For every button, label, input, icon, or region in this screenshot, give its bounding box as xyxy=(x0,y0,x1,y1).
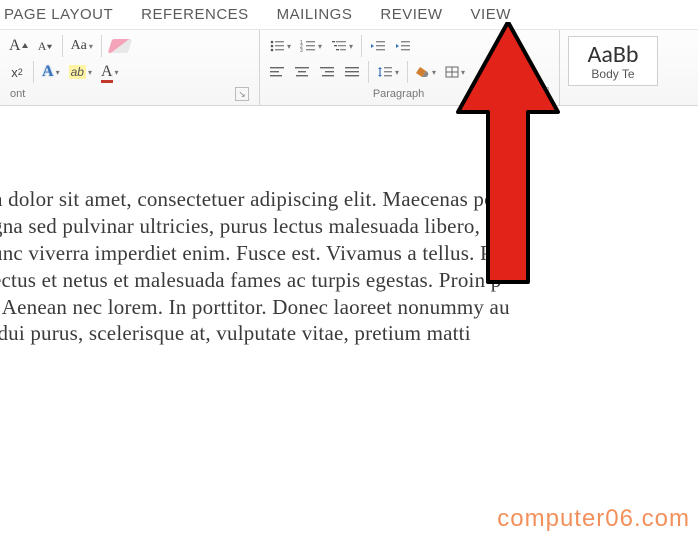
multilevel-list-button[interactable]: ▾ xyxy=(328,34,356,58)
eraser-icon xyxy=(108,39,133,53)
font-dialog-launcher[interactable]: ↘ xyxy=(235,87,249,101)
grow-font-icon: A xyxy=(9,37,21,55)
document-area[interactable]: n dolor sit amet, consectetuer adipiscin… xyxy=(0,106,698,347)
increase-icon xyxy=(21,42,29,50)
watermark: computer06.com xyxy=(497,505,690,533)
superscript-button[interactable]: x2 xyxy=(6,60,28,84)
decrease-icon xyxy=(46,43,53,50)
shading-button[interactable]: ▾ xyxy=(413,60,439,84)
align-right-icon xyxy=(320,66,334,78)
borders-icon xyxy=(445,66,459,78)
tab-page-layout[interactable]: PAGE LAYOUT xyxy=(4,6,113,23)
justify-icon xyxy=(345,66,359,78)
text-effects-icon: A xyxy=(42,63,54,81)
chevron-down-icon: ▾ xyxy=(318,42,322,51)
borders-button[interactable]: ▾ xyxy=(442,60,468,84)
separator xyxy=(33,61,34,83)
font-group: A A Aa ▾ x2 xyxy=(0,30,260,105)
font-color-icon: A xyxy=(101,63,113,81)
highlight-icon: ab xyxy=(69,65,86,79)
chevron-down-icon: ▾ xyxy=(287,42,291,51)
grow-font-button[interactable]: A xyxy=(6,34,32,58)
separator xyxy=(101,35,102,57)
tab-mailings[interactable]: MAILINGS xyxy=(277,6,353,23)
separator xyxy=(368,61,369,83)
separator xyxy=(361,35,362,57)
chevron-down-icon: ▾ xyxy=(88,68,92,77)
numbering-icon: 123 xyxy=(300,39,316,53)
chevron-down-icon: ▾ xyxy=(432,68,436,77)
shrink-font-icon: A xyxy=(38,39,47,54)
numbering-button[interactable]: 123 ▾ xyxy=(297,34,325,58)
document-line: gna sed pulvinar ultricies, purus lectus… xyxy=(0,213,698,240)
tab-references[interactable]: REFERENCES xyxy=(141,6,249,23)
align-left-icon xyxy=(270,66,284,78)
align-center-icon xyxy=(295,66,309,78)
svg-text:3: 3 xyxy=(300,48,303,53)
chevron-down-icon: ▾ xyxy=(395,68,399,77)
shading-icon xyxy=(416,66,430,78)
font-group-label: ont xyxy=(10,88,25,100)
document-line: dui purus, scelerisque at, vulputate vit… xyxy=(0,320,698,347)
shrink-font-button[interactable]: A xyxy=(35,34,57,58)
font-color-button[interactable]: A ▾ xyxy=(98,60,122,84)
chevron-down-icon: ▾ xyxy=(115,68,119,77)
align-right-button[interactable] xyxy=(316,60,338,84)
styles-group: AaBb Body Te xyxy=(560,30,698,105)
ribbon-tab-strip: PAGE LAYOUT REFERENCES MAILINGS REVIEW V… xyxy=(0,0,698,30)
chevron-down-icon: ▾ xyxy=(461,68,465,77)
justify-button[interactable] xyxy=(341,60,363,84)
decrease-indent-icon xyxy=(370,39,386,53)
change-case-icon: Aa xyxy=(71,38,87,54)
highlight-button[interactable]: ab ▾ xyxy=(66,60,95,84)
chevron-down-icon: ▾ xyxy=(349,42,353,51)
line-spacing-button[interactable]: ▾ xyxy=(374,60,402,84)
change-case-button[interactable]: Aa ▾ xyxy=(68,34,96,58)
separator xyxy=(407,61,408,83)
document-line: n dolor sit amet, consectetuer adipiscin… xyxy=(0,186,698,213)
align-left-button[interactable] xyxy=(266,60,288,84)
chevron-down-icon: ▾ xyxy=(89,42,93,51)
separator xyxy=(62,35,63,57)
tab-review[interactable]: REVIEW xyxy=(380,6,442,23)
tab-view[interactable]: VIEW xyxy=(471,6,511,23)
chevron-down-icon: ▾ xyxy=(56,68,60,77)
style-body-text[interactable]: AaBb Body Te xyxy=(568,36,658,86)
paragraph-group: ▾ 123 ▾ ▾ xyxy=(260,30,560,105)
decrease-indent-button[interactable] xyxy=(367,34,389,58)
paragraph-group-label: Paragraph xyxy=(270,88,527,100)
line-spacing-icon xyxy=(377,65,393,79)
align-center-button[interactable] xyxy=(291,60,313,84)
clear-formatting-button[interactable] xyxy=(107,34,133,58)
style-sample: AaBb xyxy=(579,40,647,69)
document-line: . Aenean nec lorem. In porttitor. Donec … xyxy=(0,294,698,321)
bullets-button[interactable]: ▾ xyxy=(266,34,294,58)
superscript-2: 2 xyxy=(18,67,23,77)
bullets-icon xyxy=(269,39,285,53)
increase-indent-button[interactable] xyxy=(392,34,414,58)
ribbon: A A Aa ▾ x2 xyxy=(0,30,698,106)
increase-indent-icon xyxy=(395,39,411,53)
multilevel-icon xyxy=(331,39,347,53)
document-line: ectus et netus et malesuada fames ac tur… xyxy=(0,267,698,294)
paragraph-dialog-launcher[interactable]: ↘ xyxy=(535,87,549,101)
style-name-label: Body Te xyxy=(579,67,647,81)
document-line: unc viverra imperdiet enim. Fusce est. V… xyxy=(0,240,698,267)
text-effects-button[interactable]: A ▾ xyxy=(39,60,63,84)
